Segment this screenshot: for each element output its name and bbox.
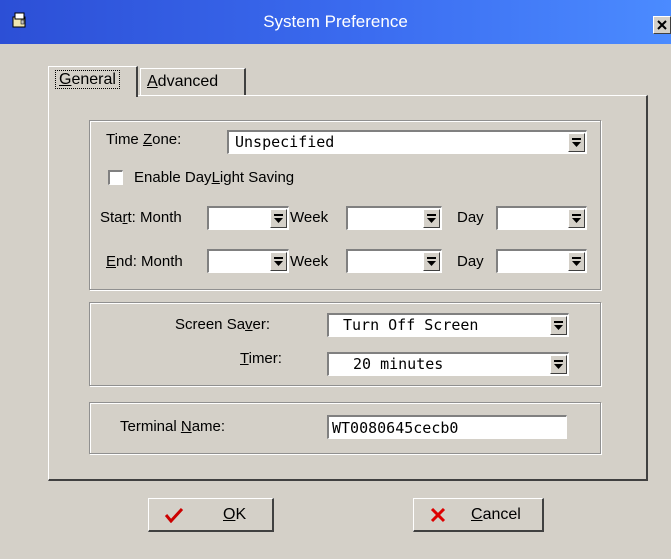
close-icon [657, 20, 667, 30]
tab-advanced[interactable]: Advanced [140, 68, 246, 96]
cancel-button[interactable]: Cancel [413, 498, 544, 532]
tab-general[interactable]: General [48, 66, 138, 97]
cancel-label: Cancel [471, 506, 521, 523]
system-preference-window: System Preference General Advanced Time … [0, 0, 671, 559]
title-bar[interactable]: System Preference [0, 0, 671, 44]
tab-panel-general [48, 95, 648, 481]
tab-general-label: General [55, 70, 120, 89]
tab-advanced-label: Advanced [147, 73, 219, 90]
ok-button[interactable]: OK [148, 498, 274, 532]
window-title: System Preference [263, 12, 408, 31]
x-icon [430, 507, 446, 523]
ok-label: OK [223, 506, 247, 523]
checkmark-icon [165, 507, 183, 523]
close-button[interactable] [653, 16, 671, 34]
